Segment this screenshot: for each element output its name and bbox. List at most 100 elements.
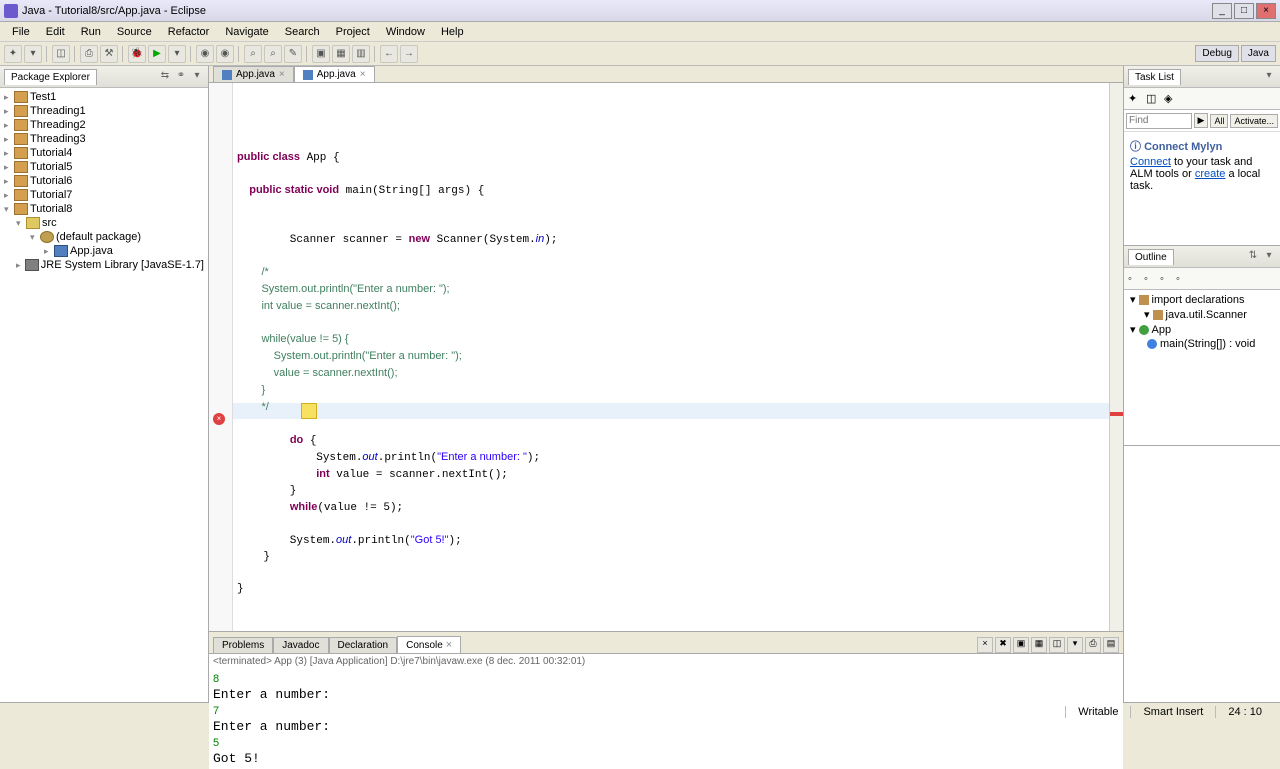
menu-navigate[interactable]: Navigate	[217, 24, 276, 40]
filter-local-icon[interactable]: ◦	[1176, 273, 1188, 285]
project-tutorial8[interactable]: ▾Tutorial8	[2, 202, 206, 216]
console-tool-0[interactable]: ×	[977, 637, 993, 653]
console-tool-7[interactable]: ▤	[1103, 637, 1119, 653]
connect-link[interactable]: Connect	[1130, 156, 1171, 168]
all-filter[interactable]: All	[1210, 114, 1228, 128]
close-button[interactable]: ×	[1256, 3, 1276, 19]
error-marker[interactable]: ×	[213, 413, 225, 425]
editor-tab-1[interactable]: App.java×	[294, 66, 375, 82]
annotation-button[interactable]: ✎	[284, 45, 302, 63]
toggle-button[interactable]: ▣	[312, 45, 330, 63]
outline-item-1[interactable]: ▾java.util.Scanner	[1126, 307, 1278, 322]
status-pos: 24 : 10	[1215, 706, 1274, 718]
console-tool-5[interactable]: ▾	[1067, 637, 1083, 653]
filter-public-icon[interactable]: ◦	[1160, 273, 1172, 285]
tasklist-tab[interactable]: Task List	[1128, 69, 1181, 85]
project-threading3[interactable]: ▸Threading3	[2, 132, 206, 146]
menu-bar: FileEditRunSourceRefactorNavigateSearchP…	[0, 22, 1280, 42]
menu-search[interactable]: Search	[277, 24, 328, 40]
menu-refactor[interactable]: Refactor	[160, 24, 218, 40]
back-button[interactable]: ←	[380, 45, 398, 63]
save-all-button[interactable]: ◫	[52, 45, 70, 63]
project-tutorial7[interactable]: ▸Tutorial7	[2, 188, 206, 202]
project-threading2[interactable]: ▸Threading2	[2, 118, 206, 132]
perspective-java[interactable]: Java	[1241, 45, 1276, 62]
maximize-button[interactable]: □	[1234, 3, 1254, 19]
outline-item-3[interactable]: main(String[]) : void	[1126, 337, 1278, 351]
console-tool-1[interactable]: ✖	[995, 637, 1011, 653]
new-task-icon[interactable]: ✦	[1128, 92, 1142, 105]
new-button[interactable]: ✦	[4, 45, 22, 63]
editor-body[interactable]: × public class App { public static void …	[209, 83, 1123, 631]
mark-button[interactable]: ▥	[352, 45, 370, 63]
code-area[interactable]: public class App { public static void ma…	[233, 83, 1109, 631]
project-tutorial6[interactable]: ▸Tutorial6	[2, 174, 206, 188]
focus-icon[interactable]: ◈	[1164, 92, 1178, 105]
info-icon: ⓘ	[1130, 141, 1141, 153]
jre-library[interactable]: ▸JRE System Library [JavaSE-1.7]	[2, 258, 206, 272]
editor-tab-0[interactable]: App.java×	[213, 66, 294, 82]
bottom-tab-javadoc[interactable]: Javadoc	[273, 637, 328, 653]
activate-button[interactable]: Activate...	[1230, 114, 1278, 128]
perspective-debug[interactable]: Debug	[1195, 45, 1238, 62]
bottom-tab-console[interactable]: Console×	[397, 636, 461, 653]
default-package[interactable]: ▾(default package)	[2, 230, 206, 244]
block-button[interactable]: ▦	[332, 45, 350, 63]
menu-project[interactable]: Project	[328, 24, 378, 40]
project-test1[interactable]: ▸Test1	[2, 90, 206, 104]
outline-tab[interactable]: Outline	[1128, 249, 1174, 265]
sort-icon[interactable]: ⇅	[1246, 250, 1260, 264]
menu-help[interactable]: Help	[433, 24, 472, 40]
minimize-button[interactable]: _	[1212, 3, 1232, 19]
package-explorer-tab[interactable]: Package Explorer	[4, 69, 97, 85]
file-app-java[interactable]: ▸App.java	[2, 244, 206, 258]
forward-button[interactable]: →	[400, 45, 418, 63]
package-tree[interactable]: ▸Test1▸Threading1▸Threading2▸Threading3▸…	[0, 88, 208, 702]
menu-window[interactable]: Window	[378, 24, 433, 40]
src-folder[interactable]: ▾src	[2, 216, 206, 230]
mylyn-panel: ⓘ Connect Mylyn Connect to your task and…	[1124, 132, 1280, 245]
outline-item-0[interactable]: ▾import declarations	[1126, 292, 1278, 307]
project-tutorial5[interactable]: ▸Tutorial5	[2, 160, 206, 174]
outline-item-2[interactable]: ▾App	[1126, 322, 1278, 337]
menu-file[interactable]: File	[4, 24, 38, 40]
create-link[interactable]: create	[1195, 168, 1226, 180]
debug-button[interactable]: 🐞	[128, 45, 146, 63]
save-button[interactable]: ▾	[24, 45, 42, 63]
console-tool-3[interactable]: ▦	[1031, 637, 1047, 653]
package-button[interactable]: ◉	[196, 45, 214, 63]
main-toolbar: ✦ ▾ ◫ ⎙ ⚒ 🐞 ▶ ▾ ◉ ◉ ⌕ ⌕ ✎ ▣ ▦ ▥ ← → Debu…	[0, 42, 1280, 66]
external-button[interactable]: ▾	[168, 45, 186, 63]
close-tab-icon[interactable]: ×	[279, 69, 285, 80]
filter-static-icon[interactable]: ◦	[1144, 273, 1156, 285]
menu-source[interactable]: Source	[109, 24, 160, 40]
search-button[interactable]: ⌕	[264, 45, 282, 63]
overview-ruler[interactable]	[1109, 83, 1123, 631]
console-tool-2[interactable]: ▣	[1013, 637, 1029, 653]
outline-menu-icon[interactable]: ▾	[1262, 250, 1276, 264]
filter-fields-icon[interactable]: ◦	[1128, 273, 1140, 285]
class-button[interactable]: ◉	[216, 45, 234, 63]
view-menu-icon[interactable]: ▾	[190, 70, 204, 84]
menu-edit[interactable]: Edit	[38, 24, 73, 40]
menu-run[interactable]: Run	[73, 24, 109, 40]
collapse-all-icon[interactable]: ⇆	[158, 70, 172, 84]
build-button[interactable]: ⚒	[100, 45, 118, 63]
find-go-button[interactable]: ▶	[1194, 113, 1209, 128]
categorize-icon[interactable]: ◫	[1146, 92, 1160, 105]
tasklist-menu-icon[interactable]: ▾	[1262, 70, 1276, 84]
bottom-tab-problems[interactable]: Problems	[213, 637, 273, 653]
project-threading1[interactable]: ▸Threading1	[2, 104, 206, 118]
link-editor-icon[interactable]: ⚭	[174, 70, 188, 84]
project-tutorial4[interactable]: ▸Tutorial4	[2, 146, 206, 160]
open-type-button[interactable]: ⌕	[244, 45, 262, 63]
run-button[interactable]: ▶	[148, 45, 166, 63]
bottom-tab-declaration[interactable]: Declaration	[329, 637, 398, 653]
outline-tree[interactable]: ▾import declarations▾java.util.Scanner▾A…	[1124, 290, 1280, 445]
console-tool-6[interactable]: ⎙	[1085, 637, 1101, 653]
find-input[interactable]	[1126, 113, 1192, 129]
close-tab-icon[interactable]: ×	[360, 69, 366, 80]
console-output[interactable]: 8 Enter a number: 7 Enter a number: 5 Go…	[209, 669, 1123, 769]
console-tool-4[interactable]: ◫	[1049, 637, 1065, 653]
print-button[interactable]: ⎙	[80, 45, 98, 63]
